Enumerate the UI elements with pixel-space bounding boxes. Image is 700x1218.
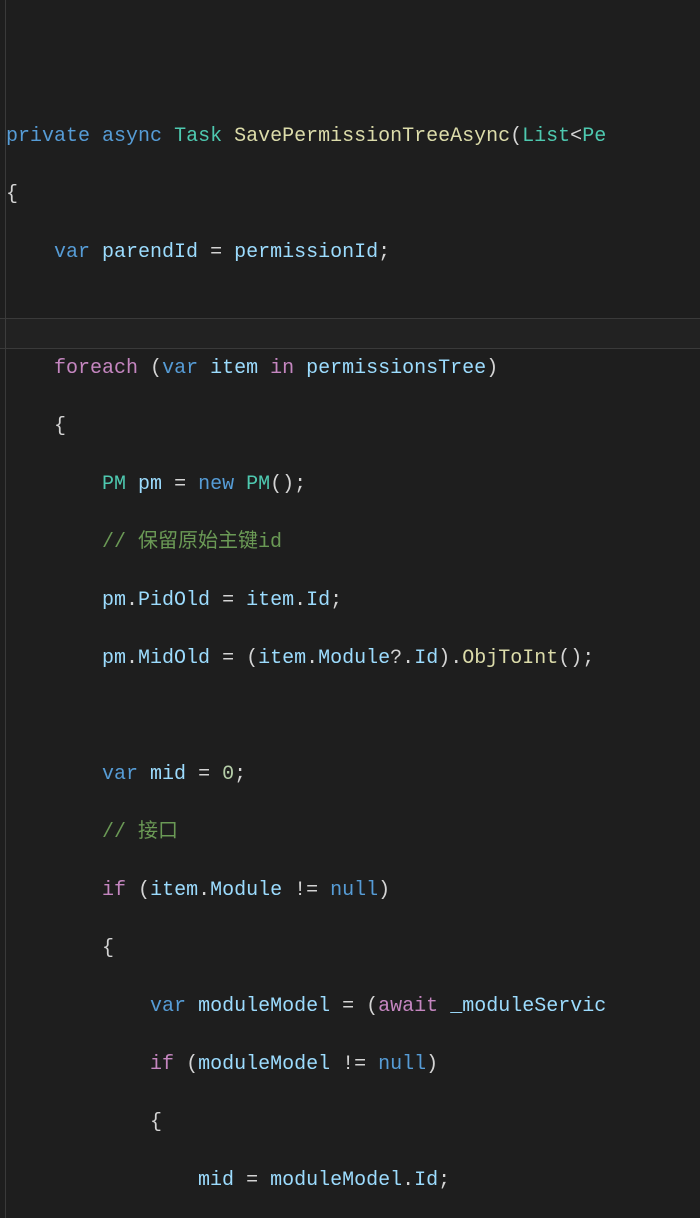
var-item: item [150, 879, 198, 902]
keyword-new: new [198, 473, 234, 496]
var-permissionstree: permissionsTree [306, 357, 486, 380]
code-line: var mid = 0; [4, 760, 700, 789]
type-list: List [522, 125, 570, 148]
var-modulemodel: moduleModel [270, 1169, 402, 1192]
keyword-await: await [378, 995, 438, 1018]
var-mid: mid [198, 1169, 234, 1192]
brace-open: { [54, 415, 66, 438]
code-line: var moduleModel = (await _moduleServic [4, 992, 700, 1021]
code-line: { [4, 412, 700, 441]
var-parendid: parendId [102, 241, 198, 264]
var-item: item [210, 357, 258, 380]
var-permissionid: permissionId [234, 241, 378, 264]
var-moduleservice: _moduleServic [450, 995, 606, 1018]
code-line: { [4, 934, 700, 963]
prop-module: Module [318, 647, 390, 670]
code-line: { [4, 1108, 700, 1137]
keyword-var: var [102, 763, 138, 786]
brace-open: { [102, 937, 114, 960]
var-modulemodel: moduleModel [198, 995, 330, 1018]
code-line: mid = moduleModel.Id; [4, 1166, 700, 1195]
type-task: Task [174, 125, 222, 148]
var-pm: pm [102, 647, 126, 670]
keyword-var: var [162, 357, 198, 380]
keyword-if: if [150, 1053, 174, 1076]
code-line: pm.MidOld = (item.Module?.Id).ObjToInt()… [4, 644, 700, 673]
var-mid: mid [150, 763, 186, 786]
keyword-foreach: foreach [54, 357, 138, 380]
method-name: SavePermissionTreeAsync [234, 125, 510, 148]
code-line: // 接口 [4, 818, 700, 847]
fn-objtoint: ObjToInt [462, 647, 558, 670]
type-param: Pe [582, 125, 606, 148]
keyword-null: null [330, 879, 378, 902]
code-line: if (moduleModel != null) [4, 1050, 700, 1079]
keyword-private: private [6, 125, 90, 148]
keyword-null: null [378, 1053, 426, 1076]
code-line: if (item.Module != null) [4, 876, 700, 905]
code-line: // 保留原始主键id [4, 528, 700, 557]
prop-id: Id [414, 1169, 438, 1192]
comment: // 接口 [102, 821, 178, 844]
code-editor[interactable]: private async Task SavePermissionTreeAsy… [0, 0, 700, 1218]
keyword-var: var [54, 241, 90, 264]
prop-midold: MidOld [138, 647, 210, 670]
var-item: item [258, 647, 306, 670]
prop-id: Id [414, 647, 438, 670]
keyword-in: in [270, 357, 294, 380]
var-pm: pm [138, 473, 162, 496]
code-line: foreach (var item in permissionsTree) [4, 354, 700, 383]
prop-module: Module [210, 879, 282, 902]
brace-open: { [6, 183, 18, 206]
keyword-if: if [102, 879, 126, 902]
code-line: PM pm = new PM(); [4, 470, 700, 499]
code-line [4, 702, 700, 731]
code-line: var parendId = permissionId; [4, 238, 700, 267]
keyword-var: var [150, 995, 186, 1018]
code-line: private async Task SavePermissionTreeAsy… [4, 122, 700, 151]
var-modulemodel: moduleModel [198, 1053, 330, 1076]
code-line: pm.PidOld = item.Id; [4, 586, 700, 615]
comment: // 保留原始主键id [102, 531, 282, 554]
code-line [4, 296, 700, 325]
keyword-async: async [102, 125, 162, 148]
brace-open: { [150, 1111, 162, 1134]
num-zero: 0 [222, 763, 234, 786]
type-pm: PM [246, 473, 270, 496]
type-pm: PM [102, 473, 126, 496]
code-line: { [4, 180, 700, 209]
